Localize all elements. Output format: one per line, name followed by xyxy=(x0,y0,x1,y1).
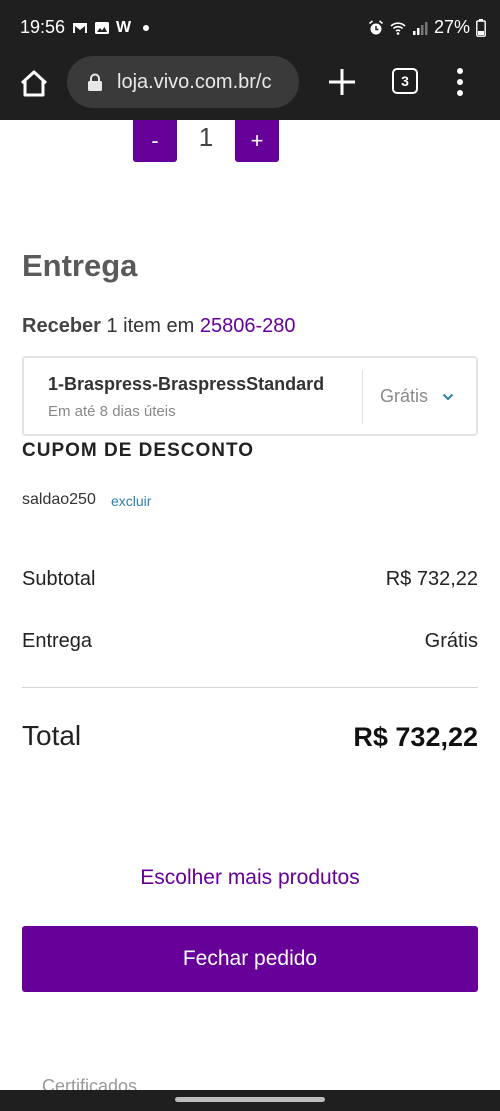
subtotal-value: R$ 732,22 xyxy=(385,568,478,590)
image-icon xyxy=(95,22,109,34)
more-notifications-icon xyxy=(143,25,150,31)
subtotal-label: Subtotal xyxy=(22,568,96,590)
battery-icon xyxy=(476,18,486,37)
total-value: R$ 732,22 xyxy=(353,722,478,752)
delivery-cost-label: Entrega xyxy=(22,630,93,652)
system-status: 27% xyxy=(368,17,486,38)
tab-switcher-button[interactable]: 3 xyxy=(392,68,418,94)
coupon-remove-link[interactable]: excluir xyxy=(111,493,151,509)
cep-link[interactable]: 25806-280 xyxy=(200,315,296,337)
delivery-title: Entrega xyxy=(22,248,138,283)
checkout-button[interactable]: Fechar pedido xyxy=(22,926,478,992)
quantity-value: 1 xyxy=(198,122,214,152)
status-time: 19:56 xyxy=(20,17,66,37)
gmail-icon xyxy=(73,23,87,33)
shipping-price: Grátis xyxy=(380,386,429,406)
shipping-name: 1-Braspress-BraspressStandard xyxy=(48,374,325,394)
system-navigation-bar xyxy=(0,1090,500,1111)
app-notification-icon: W xyxy=(116,19,132,36)
chevron-down-icon xyxy=(442,393,454,401)
quantity-decrease-button[interactable]: - xyxy=(133,120,177,162)
overflow-menu-icon[interactable] xyxy=(450,66,470,98)
receive-prefix: Receber xyxy=(22,315,101,337)
shipping-eta: Em até 8 dias úteis xyxy=(48,403,176,420)
status-bar: 19:56 W 27% xyxy=(0,0,500,56)
home-icon[interactable] xyxy=(16,66,52,102)
receive-middle: 1 item em xyxy=(100,315,200,337)
choose-more-products-link[interactable]: Escolher mais produtos xyxy=(0,866,500,890)
notification-icons: W xyxy=(72,19,150,37)
lock-icon xyxy=(88,73,102,91)
home-gesture-handle[interactable] xyxy=(175,1097,325,1102)
quantity-increase-button[interactable]: + xyxy=(235,120,279,162)
alarm-icon xyxy=(368,19,383,34)
url-text: loja.vivo.com.br/c xyxy=(117,70,272,93)
new-tab-icon[interactable] xyxy=(326,66,358,98)
delivery-cost-value: Grátis xyxy=(424,630,478,652)
coupon-title: CUPOM DE DESCONTO xyxy=(22,440,255,461)
battery-percent: 27% xyxy=(433,17,470,37)
shipping-option-select[interactable]: 1-Braspress-BraspressStandard Em até 8 d… xyxy=(22,356,478,436)
coupon-code: saldao250 xyxy=(22,491,96,508)
wifi-icon xyxy=(390,21,406,35)
screen: 19:56 W 27% loja.vivo.com.br/c 3 - 1 + E… xyxy=(0,0,500,1111)
address-bar[interactable]: loja.vivo.com.br/c xyxy=(67,56,299,108)
total-label: Total xyxy=(22,720,82,751)
delivery-receive-line: Receber 1 item em 25806-280 xyxy=(22,315,296,338)
summary-divider xyxy=(22,687,478,688)
signal-icon xyxy=(412,21,428,35)
shipping-divider xyxy=(362,370,363,424)
browser-toolbar: loja.vivo.com.br/c 3 xyxy=(0,56,500,120)
